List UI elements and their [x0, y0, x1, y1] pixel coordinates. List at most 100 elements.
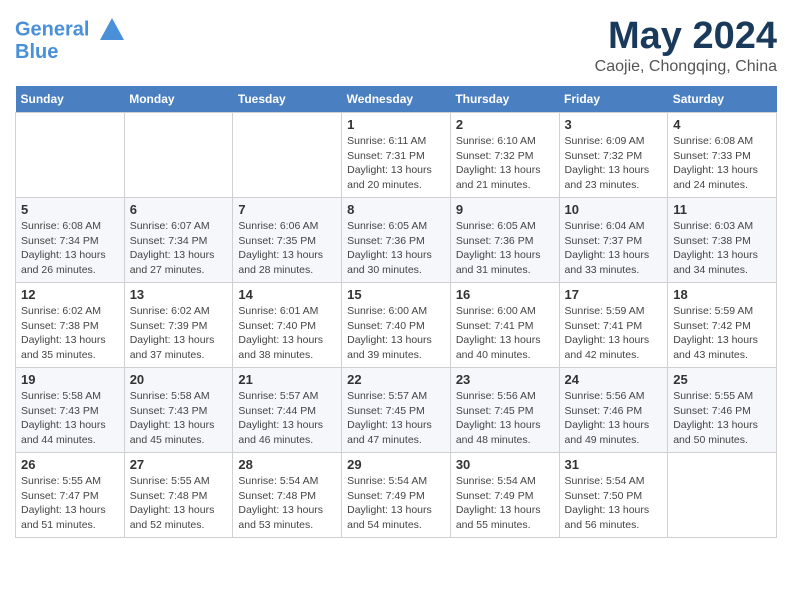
day-info: Sunrise: 5:55 AM Sunset: 7:46 PM Dayligh…: [673, 389, 771, 448]
calendar-cell: 6Sunrise: 6:07 AM Sunset: 7:34 PM Daylig…: [124, 198, 233, 283]
day-number: 1: [347, 117, 445, 132]
calendar-cell: 26 Sunrise: 5:55 AM Sunset: 7:47 PM Dayli…: [16, 453, 125, 538]
weekday-header-friday: Friday: [559, 86, 668, 113]
day-info: Sunrise: 6:00 AM Sunset: 7:40 PM Dayligh…: [347, 304, 445, 363]
day-number: 28: [238, 457, 336, 472]
day-info: Sunrise: 5:54 AM Sunset: 7:49 PM Dayligh…: [456, 474, 554, 533]
calendar-cell: 31 Sunrise: 5:54 AM Sunset: 7:50 PM Dayli…: [559, 453, 668, 538]
calendar-cell: 25 Sunrise: 5:55 AM Sunset: 7:46 PM Dayli…: [668, 368, 777, 453]
day-info: Sunrise: 5:56 AM Sunset: 7:45 PM Dayligh…: [456, 389, 554, 448]
calendar-cell: 15 Sunrise: 6:00 AM Sunset: 7:40 PM Dayli…: [342, 283, 451, 368]
day-number: 20: [130, 372, 228, 387]
calendar-cell: [668, 453, 777, 538]
day-number: 12: [21, 287, 119, 302]
day-number: 13: [130, 287, 228, 302]
day-info: Sunrise: 6:09 AM Sunset: 7:32 PM Dayligh…: [565, 134, 663, 193]
day-info: Sunrise: 6:08 AM Sunset: 7:34 PM Dayligh…: [21, 219, 119, 278]
weekday-header-row: SundayMondayTuesdayWednesdayThursdayFrid…: [16, 86, 777, 113]
month-title: May 2024: [595, 15, 777, 58]
day-number: 2: [456, 117, 554, 132]
day-number: 26: [21, 457, 119, 472]
calendar-cell: [16, 113, 125, 198]
calendar-week-row: 1 Sunrise: 6:11 AM Sunset: 7:31 PM Daylig…: [16, 113, 777, 198]
calendar-cell: 23 Sunrise: 5:56 AM Sunset: 7:45 PM Dayli…: [450, 368, 559, 453]
day-info: Sunrise: 5:54 AM Sunset: 7:49 PM Dayligh…: [347, 474, 445, 533]
calendar-cell: 9 Sunrise: 6:05 AM Sunset: 7:36 PM Daylig…: [450, 198, 559, 283]
calendar-cell: 5Sunrise: 6:08 AM Sunset: 7:34 PM Daylig…: [16, 198, 125, 283]
day-number: 11: [673, 202, 771, 217]
day-number: 15: [347, 287, 445, 302]
logo: General Blue: [15, 15, 127, 64]
day-info: Sunrise: 5:56 AM Sunset: 7:46 PM Dayligh…: [565, 389, 663, 448]
day-info: Sunrise: 6:02 AM Sunset: 7:39 PM Dayligh…: [130, 304, 228, 363]
location-subtitle: Caojie, Chongqing, China: [595, 58, 777, 76]
calendar-cell: 16 Sunrise: 6:00 AM Sunset: 7:41 PM Dayli…: [450, 283, 559, 368]
calendar-cell: 10 Sunrise: 6:04 AM Sunset: 7:37 PM Dayli…: [559, 198, 668, 283]
calendar-cell: 20Sunrise: 5:58 AM Sunset: 7:43 PM Dayli…: [124, 368, 233, 453]
day-info: Sunrise: 5:55 AM Sunset: 7:47 PM Dayligh…: [21, 474, 119, 533]
calendar-week-row: 26 Sunrise: 5:55 AM Sunset: 7:47 PM Dayli…: [16, 453, 777, 538]
weekday-header-sunday: Sunday: [16, 86, 125, 113]
calendar-cell: 24 Sunrise: 5:56 AM Sunset: 7:46 PM Dayli…: [559, 368, 668, 453]
day-info: Sunrise: 5:54 AM Sunset: 7:50 PM Dayligh…: [565, 474, 663, 533]
calendar-cell: 18Sunrise: 5:59 AM Sunset: 7:42 PM Dayli…: [668, 283, 777, 368]
day-info: Sunrise: 6:08 AM Sunset: 7:33 PM Dayligh…: [673, 134, 771, 193]
calendar-cell: 11Sunrise: 6:03 AM Sunset: 7:38 PM Dayli…: [668, 198, 777, 283]
calendar-cell: 27 Sunrise: 5:55 AM Sunset: 7:48 PM Dayli…: [124, 453, 233, 538]
day-info: Sunrise: 6:02 AM Sunset: 7:38 PM Dayligh…: [21, 304, 119, 363]
day-number: 14: [238, 287, 336, 302]
calendar-week-row: 5Sunrise: 6:08 AM Sunset: 7:34 PM Daylig…: [16, 198, 777, 283]
day-info: Sunrise: 6:05 AM Sunset: 7:36 PM Dayligh…: [456, 219, 554, 278]
day-number: 19: [21, 372, 119, 387]
day-number: 22: [347, 372, 445, 387]
calendar-cell: 13 Sunrise: 6:02 AM Sunset: 7:39 PM Dayli…: [124, 283, 233, 368]
calendar-cell: 29Sunrise: 5:54 AM Sunset: 7:49 PM Dayli…: [342, 453, 451, 538]
weekday-header-monday: Monday: [124, 86, 233, 113]
day-info: Sunrise: 5:54 AM Sunset: 7:48 PM Dayligh…: [238, 474, 336, 533]
day-number: 27: [130, 457, 228, 472]
calendar-cell: 30 Sunrise: 5:54 AM Sunset: 7:49 PM Dayli…: [450, 453, 559, 538]
day-number: 21: [238, 372, 336, 387]
day-number: 16: [456, 287, 554, 302]
day-info: Sunrise: 6:01 AM Sunset: 7:40 PM Dayligh…: [238, 304, 336, 363]
calendar-cell: [233, 113, 342, 198]
calendar-cell: 3 Sunrise: 6:09 AM Sunset: 7:32 PM Daylig…: [559, 113, 668, 198]
day-info: Sunrise: 5:59 AM Sunset: 7:41 PM Dayligh…: [565, 304, 663, 363]
calendar-week-row: 12 Sunrise: 6:02 AM Sunset: 7:38 PM Dayli…: [16, 283, 777, 368]
day-info: Sunrise: 5:57 AM Sunset: 7:44 PM Dayligh…: [238, 389, 336, 448]
day-number: 3: [565, 117, 663, 132]
title-block: May 2024 Caojie, Chongqing, China: [595, 15, 777, 76]
weekday-header-saturday: Saturday: [668, 86, 777, 113]
weekday-header-thursday: Thursday: [450, 86, 559, 113]
calendar-cell: 17Sunrise: 5:59 AM Sunset: 7:41 PM Dayli…: [559, 283, 668, 368]
day-number: 24: [565, 372, 663, 387]
day-info: Sunrise: 6:04 AM Sunset: 7:37 PM Dayligh…: [565, 219, 663, 278]
day-info: Sunrise: 6:05 AM Sunset: 7:36 PM Dayligh…: [347, 219, 445, 278]
day-number: 31: [565, 457, 663, 472]
calendar-cell: 8 Sunrise: 6:05 AM Sunset: 7:36 PM Daylig…: [342, 198, 451, 283]
day-info: Sunrise: 5:55 AM Sunset: 7:48 PM Dayligh…: [130, 474, 228, 533]
day-number: 7: [238, 202, 336, 217]
calendar-cell: 12 Sunrise: 6:02 AM Sunset: 7:38 PM Dayli…: [16, 283, 125, 368]
day-number: 23: [456, 372, 554, 387]
calendar-week-row: 19Sunrise: 5:58 AM Sunset: 7:43 PM Dayli…: [16, 368, 777, 453]
day-number: 6: [130, 202, 228, 217]
calendar-cell: 19Sunrise: 5:58 AM Sunset: 7:43 PM Dayli…: [16, 368, 125, 453]
calendar-cell: 4 Sunrise: 6:08 AM Sunset: 7:33 PM Daylig…: [668, 113, 777, 198]
day-number: 10: [565, 202, 663, 217]
weekday-header-tuesday: Tuesday: [233, 86, 342, 113]
day-number: 18: [673, 287, 771, 302]
day-number: 30: [456, 457, 554, 472]
calendar-cell: 22 Sunrise: 5:57 AM Sunset: 7:45 PM Dayli…: [342, 368, 451, 453]
day-number: 4: [673, 117, 771, 132]
day-info: Sunrise: 6:00 AM Sunset: 7:41 PM Dayligh…: [456, 304, 554, 363]
day-number: 25: [673, 372, 771, 387]
calendar-table: SundayMondayTuesdayWednesdayThursdayFrid…: [15, 86, 777, 538]
day-number: 8: [347, 202, 445, 217]
day-info: Sunrise: 6:11 AM Sunset: 7:31 PM Dayligh…: [347, 134, 445, 193]
day-number: 9: [456, 202, 554, 217]
calendar-cell: [124, 113, 233, 198]
calendar-cell: 14 Sunrise: 6:01 AM Sunset: 7:40 PM Dayli…: [233, 283, 342, 368]
day-info: Sunrise: 5:57 AM Sunset: 7:45 PM Dayligh…: [347, 389, 445, 448]
calendar-cell: 1 Sunrise: 6:11 AM Sunset: 7:31 PM Daylig…: [342, 113, 451, 198]
